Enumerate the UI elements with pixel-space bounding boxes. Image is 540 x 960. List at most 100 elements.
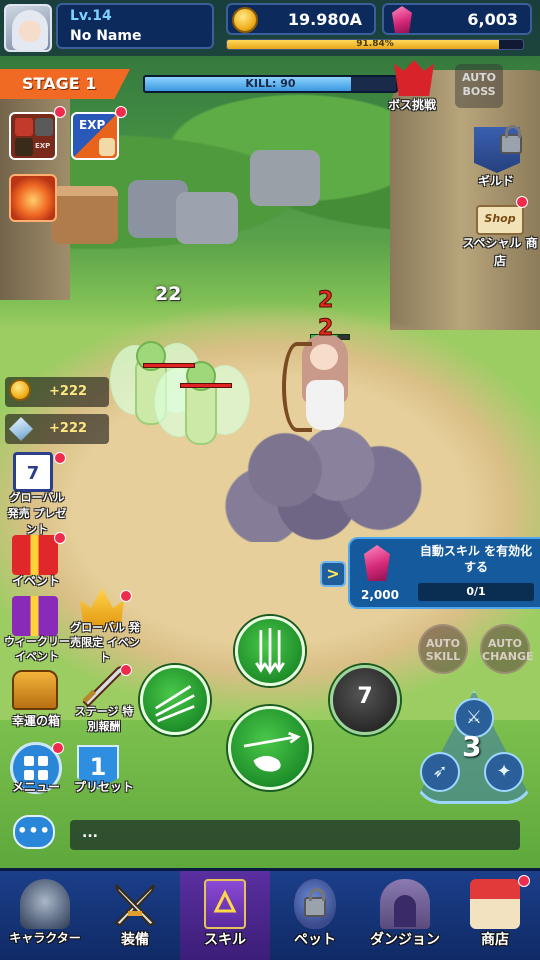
stage-label: STAGE 1 bbox=[22, 74, 97, 93]
bottom-navigation: キャラクター 装備 スキル ペット ダンジョン 商店 bbox=[0, 868, 540, 960]
enemy-health-bar bbox=[180, 383, 232, 388]
boss-challenge-label[interactable]: ボス挑戦 bbox=[388, 96, 436, 113]
damage-number: 22 bbox=[155, 283, 182, 305]
preset-number: 1 bbox=[89, 753, 107, 781]
xp-bar: 91.84% bbox=[226, 39, 524, 50]
nav-character[interactable]: キャラクター bbox=[0, 871, 90, 960]
expand-arrow-button[interactable]: > bbox=[320, 561, 346, 587]
gold-coin-icon bbox=[9, 379, 31, 401]
skill-cooldown-value: 7 bbox=[357, 684, 373, 709]
auto-skill-progress: 0/1 bbox=[418, 583, 534, 601]
notification-dot bbox=[54, 106, 66, 118]
notification-dot bbox=[120, 664, 132, 676]
money-bag-icon bbox=[99, 138, 115, 156]
treasure-chest-icon[interactable] bbox=[12, 670, 58, 710]
calendar-day: 7 bbox=[26, 463, 40, 484]
player-level: Lv.14 bbox=[70, 8, 112, 24]
nav-pet[interactable]: ペット bbox=[270, 871, 360, 960]
smoke-cloud-effect bbox=[222, 422, 432, 542]
notification-dot bbox=[54, 532, 66, 544]
gold-reward-value: +222 bbox=[49, 384, 88, 399]
global-release-present-label[interactable]: グローバル 発売 プレゼント bbox=[4, 490, 70, 538]
exp-label: EXP bbox=[79, 118, 106, 132]
chat-icon-dots: ••• bbox=[17, 821, 51, 840]
notification-dot bbox=[120, 590, 132, 602]
global-limited-event-label[interactable]: グローバル 発売限定 イベント bbox=[70, 620, 140, 665]
chat-input-bar[interactable]: ... bbox=[70, 820, 520, 850]
gold-reward-notice: +222 bbox=[5, 377, 109, 407]
stage-banner: STAGE 1 bbox=[0, 69, 130, 99]
fairy-enemy[interactable] bbox=[154, 355, 250, 465]
lucky-box-label[interactable]: 幸運の箱 bbox=[12, 712, 60, 729]
nav-skill-label: スキル bbox=[204, 932, 246, 948]
staff-weapon-button[interactable]: ✦ bbox=[484, 752, 524, 792]
knight-helmet-icon bbox=[20, 879, 70, 929]
calendar-icon[interactable]: 7 bbox=[13, 452, 53, 492]
gem-display[interactable]: 6,003 bbox=[382, 3, 532, 35]
guild-label[interactable]: ギルド bbox=[478, 172, 514, 189]
shop-sign-icon[interactable]: Shop bbox=[476, 205, 524, 235]
lock-icon bbox=[304, 888, 326, 917]
event-label[interactable]: イベント bbox=[12, 572, 60, 589]
exp-boost-icon[interactable]: EXP bbox=[71, 112, 119, 160]
stage-reward-label[interactable]: ステージ 特別報酬 bbox=[74, 704, 134, 734]
nav-pet-label: ペット bbox=[294, 932, 336, 948]
skill-arrow-rain-button[interactable] bbox=[235, 616, 305, 686]
player-info-box[interactable]: Lv.14 No Name bbox=[56, 3, 214, 49]
small-exp-label: EXP bbox=[35, 142, 51, 150]
bow-weapon-button[interactable]: ➶ bbox=[420, 752, 460, 792]
nav-shop-label: 商店 bbox=[481, 932, 509, 948]
weekly-event-label[interactable]: ウィークリー イベント bbox=[2, 634, 72, 664]
rock bbox=[176, 192, 238, 244]
menu-label[interactable]: メニュー bbox=[12, 778, 60, 795]
kill-progress-bar: KILL: 90 bbox=[143, 75, 398, 93]
weekly-gift-icon[interactable] bbox=[12, 596, 58, 636]
nav-skill[interactable]: スキル bbox=[180, 871, 270, 960]
gem-icon bbox=[364, 545, 390, 581]
chat-bubble-icon[interactable]: ••• bbox=[13, 815, 55, 849]
auto-skill-message: 自動スキル を有効化する bbox=[419, 544, 533, 574]
fire-buff-icon[interactable] bbox=[9, 174, 57, 222]
stat-boost-icon[interactable]: EXP bbox=[9, 112, 57, 160]
xp-percent: 91.84% bbox=[356, 39, 394, 49]
auto-change-button[interactable]: AUTO CHANGE bbox=[480, 624, 534, 674]
gold-amount: 19.980A bbox=[287, 10, 362, 29]
spellbook-icon bbox=[204, 879, 246, 929]
skill-spear-throw-button[interactable] bbox=[228, 706, 312, 790]
lock-icon bbox=[500, 125, 522, 154]
archer-player-character bbox=[282, 332, 360, 437]
notification-dot bbox=[54, 452, 66, 464]
auto-boss-button[interactable]: AUTO BOSS bbox=[455, 64, 503, 108]
crossed-swords-icon bbox=[110, 879, 160, 929]
tree-stump bbox=[52, 186, 118, 244]
nav-equipment-label: 装備 bbox=[121, 932, 149, 948]
crystal-reward-notice: +222 bbox=[5, 414, 109, 444]
nav-equipment[interactable]: 装備 bbox=[90, 871, 180, 960]
rock bbox=[250, 150, 320, 206]
nav-character-label: キャラクター bbox=[9, 931, 81, 945]
notification-dot bbox=[52, 742, 64, 754]
gem-icon bbox=[392, 6, 412, 33]
crystal-icon bbox=[9, 417, 33, 441]
player-avatar[interactable] bbox=[4, 4, 52, 52]
notification-dot bbox=[516, 196, 528, 208]
notification-dot bbox=[115, 106, 127, 118]
crystal-reward-value: +222 bbox=[49, 421, 88, 436]
skill-multi-arrow-button[interactable] bbox=[140, 665, 210, 735]
kill-count: KILL: 90 bbox=[245, 77, 296, 90]
skill-cooldown-button[interactable]: 7 bbox=[330, 665, 400, 735]
gold-display[interactable]: 19.980A bbox=[226, 3, 376, 35]
gem-amount: 6,003 bbox=[467, 10, 518, 29]
preset-label[interactable]: プリセット bbox=[74, 778, 134, 795]
nav-shop[interactable]: 商店 bbox=[450, 871, 540, 960]
auto-skill-button[interactable]: AUTO SKILL bbox=[418, 624, 468, 674]
gold-coin-icon bbox=[232, 7, 258, 33]
damage-number: 2 bbox=[317, 316, 334, 342]
special-shop-label[interactable]: スペシャル 商店 bbox=[462, 234, 538, 270]
gift-box-icon[interactable] bbox=[12, 535, 58, 575]
auto-skill-unlock-popup[interactable]: 2,000 自動スキル を有効化する 0/1 bbox=[348, 537, 540, 609]
player-name: No Name bbox=[70, 28, 142, 44]
dungeon-gate-icon bbox=[380, 879, 430, 929]
nav-dungeon[interactable]: ダンジョン bbox=[360, 871, 450, 960]
damage-number: 2 bbox=[317, 288, 334, 314]
